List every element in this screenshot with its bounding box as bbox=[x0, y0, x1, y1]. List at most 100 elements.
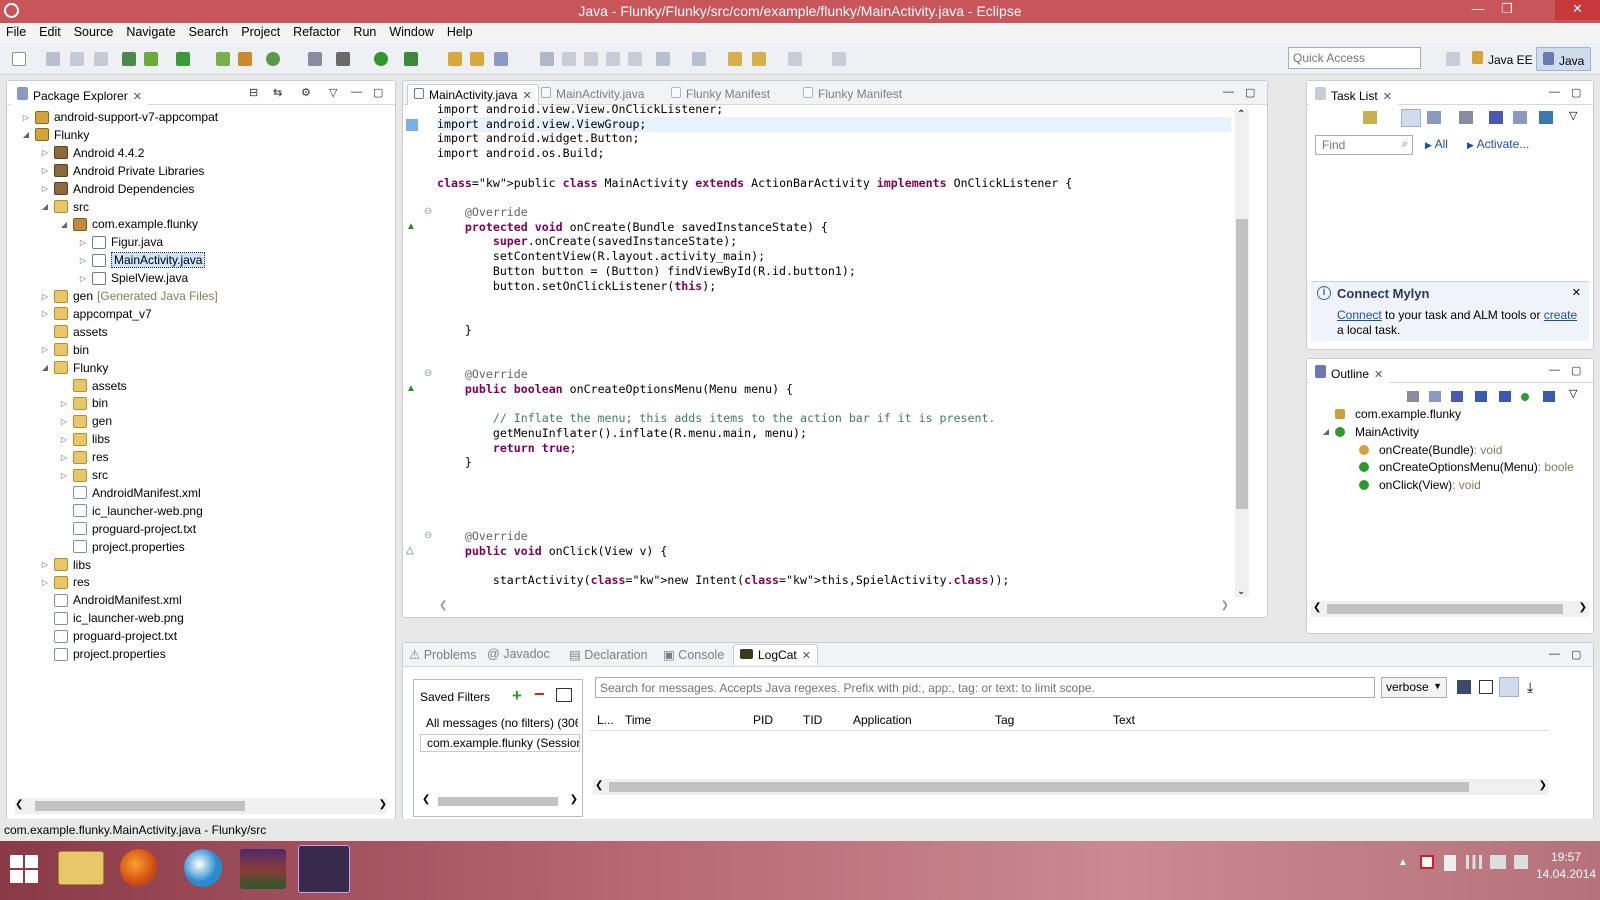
tree-item[interactable]: project.properties bbox=[59, 538, 185, 556]
col-time[interactable]: Time bbox=[625, 713, 651, 727]
tab-package-explorer[interactable]: Package Explorer ✕ bbox=[11, 84, 148, 105]
build-icon[interactable] bbox=[238, 52, 252, 66]
code-line[interactable]: startActivity(class="kw">new Intent(clas… bbox=[437, 573, 1010, 588]
tab-problems[interactable]: ⚠ Problems bbox=[409, 647, 477, 662]
scroll-left-icon[interactable]: ❮ bbox=[422, 794, 430, 805]
network-icon[interactable] bbox=[1466, 855, 1482, 869]
tree-item[interactable]: ▷ appcompat_v7 bbox=[40, 305, 152, 323]
code-line[interactable]: import android.view.ViewGroup; bbox=[437, 116, 1231, 132]
expanded-icon[interactable]: ◢ bbox=[21, 130, 31, 139]
maximize-view-button[interactable]: ▢ bbox=[1571, 648, 1581, 661]
col-application[interactable]: Application bbox=[853, 713, 912, 727]
outline-item[interactable]: com.example.flunky bbox=[1321, 405, 1461, 423]
close-icon[interactable]: ✕ bbox=[133, 91, 142, 103]
clock[interactable]: 19:57 14.04.2014 bbox=[1536, 849, 1596, 883]
eclipse-taskbar-icon[interactable] bbox=[298, 845, 350, 893]
open-type-icon[interactable] bbox=[448, 52, 462, 66]
collapsed-icon[interactable]: ▷ bbox=[40, 560, 50, 569]
menu-help[interactable]: Help bbox=[441, 23, 480, 43]
fold-icon[interactable]: ⊖ bbox=[424, 206, 432, 217]
tree-item[interactable]: ▷ bin bbox=[59, 394, 108, 412]
expanded-icon[interactable]: ◢ bbox=[59, 220, 69, 229]
fold-icon[interactable]: ⊖ bbox=[424, 530, 432, 541]
code-line[interactable]: } bbox=[437, 323, 472, 338]
tab-task-list[interactable]: Task List ✕ bbox=[1309, 84, 1398, 105]
focus-icon[interactable] bbox=[1407, 391, 1419, 402]
tree-item[interactable]: ▷ res bbox=[40, 573, 90, 591]
outline-hscrollbar[interactable]: ❮ ❯ bbox=[1311, 601, 1589, 617]
scroll-right-icon[interactable]: ❯ bbox=[1539, 780, 1547, 791]
create-link[interactable]: create bbox=[1544, 308, 1577, 322]
lint-icon[interactable] bbox=[176, 52, 190, 66]
outline-item[interactable]: onCreate(Bundle) : void bbox=[1345, 441, 1502, 459]
next-annotation-icon[interactable] bbox=[656, 52, 670, 66]
tree-item[interactable]: ▷ Android Dependencies bbox=[40, 180, 195, 198]
tree-item[interactable]: ▷ Figur.java bbox=[78, 233, 163, 251]
scroll-up-icon[interactable]: ⌃ bbox=[1237, 109, 1245, 120]
tab-logcat[interactable]: LogCat ✕ bbox=[733, 644, 818, 665]
editor-hscrollbar[interactable]: ❮ ❯ bbox=[439, 600, 1229, 613]
action-center-icon[interactable] bbox=[1420, 855, 1434, 869]
open-task-icon[interactable] bbox=[470, 52, 484, 66]
collapsed-icon[interactable]: ▷ bbox=[21, 113, 31, 122]
minimize-view-button[interactable]: — bbox=[1223, 86, 1234, 98]
activate-link[interactable]: ▶ Activate... bbox=[1467, 137, 1529, 151]
implement-marker-icon[interactable]: △ bbox=[406, 545, 414, 556]
tree-item[interactable]: ▷ res bbox=[59, 448, 109, 466]
prev-annotation-icon[interactable] bbox=[692, 52, 706, 66]
code-line[interactable]: public void onClick(View v) { bbox=[437, 544, 667, 559]
tree-item[interactable]: ▷ Android 4.4.2 bbox=[40, 144, 144, 162]
maximize-view-button[interactable]: ▢ bbox=[1571, 364, 1581, 377]
tree-item[interactable]: proguard-project.txt bbox=[40, 627, 177, 645]
quick-access-input[interactable] bbox=[1288, 47, 1421, 69]
expanded-icon[interactable]: ◢ bbox=[1321, 427, 1331, 436]
open-perspective-icon[interactable] bbox=[1446, 52, 1460, 66]
scroll-thumb[interactable] bbox=[1327, 604, 1563, 614]
scroll-thumb[interactable] bbox=[35, 801, 245, 811]
run-icon[interactable] bbox=[374, 52, 388, 66]
whitespace-icon[interactable] bbox=[628, 52, 642, 66]
code-line[interactable]: protected void onCreate(Bundle savedInst… bbox=[437, 220, 828, 235]
menu-source[interactable]: Source bbox=[68, 23, 121, 43]
tree-item[interactable]: ▷ libs bbox=[40, 556, 91, 574]
collapsed-icon[interactable]: ▷ bbox=[78, 274, 88, 283]
categorized-icon[interactable] bbox=[1401, 109, 1421, 127]
tree-item[interactable]: ▷ src bbox=[59, 466, 108, 484]
tree-item[interactable]: ▷ libs bbox=[59, 430, 110, 448]
annotation-icon[interactable] bbox=[540, 52, 554, 66]
windows-start-icon[interactable] bbox=[10, 855, 38, 883]
close-icon[interactable]: ✕ bbox=[1572, 286, 1581, 299]
new-icon[interactable] bbox=[12, 52, 26, 66]
collapsed-icon[interactable]: ▷ bbox=[40, 184, 50, 193]
collapsed-icon[interactable]: ▷ bbox=[40, 148, 50, 157]
edit-filter-icon[interactable] bbox=[556, 688, 572, 702]
logcat-search-input[interactable] bbox=[595, 677, 1375, 698]
refresh-icon[interactable] bbox=[266, 52, 280, 66]
editor-vscrollbar[interactable]: ⌃ ⌄ bbox=[1235, 109, 1249, 597]
scroll-lock-icon[interactable]: ⤓ bbox=[1527, 679, 1533, 696]
thunderbird-icon[interactable] bbox=[184, 849, 222, 887]
code-line[interactable]: // Inflate the menu; this adds items to … bbox=[437, 411, 996, 426]
add-filter-icon[interactable]: + bbox=[512, 686, 522, 706]
tree-item[interactable]: assets bbox=[40, 323, 108, 341]
forward-icon[interactable] bbox=[788, 52, 802, 66]
pin-icon[interactable] bbox=[832, 52, 846, 66]
menu-edit[interactable]: Edit bbox=[33, 23, 68, 43]
volume-icon[interactable] bbox=[1514, 855, 1528, 869]
tree-item[interactable]: ▷ android-support-v7-appcompat bbox=[21, 108, 218, 126]
scroll-thumb[interactable] bbox=[1236, 219, 1248, 509]
code-line[interactable]: import android.widget.Button; bbox=[437, 131, 639, 146]
tab-outline[interactable]: Outline ✕ bbox=[1309, 362, 1390, 383]
collapsed-icon[interactable]: ▷ bbox=[40, 292, 50, 301]
skip-breakpoints-icon[interactable] bbox=[308, 52, 322, 66]
clear-log-icon[interactable] bbox=[1479, 680, 1493, 694]
winrar-icon[interactable] bbox=[240, 849, 286, 889]
tree-item[interactable]: ▷ MainActivity.java bbox=[78, 251, 206, 269]
col-text[interactable]: Text bbox=[1113, 713, 1135, 727]
view-menu-icon[interactable]: ⚙ bbox=[301, 86, 311, 99]
code-line[interactable]: Button button = (Button) findViewById(R.… bbox=[437, 264, 856, 279]
fold-icon[interactable]: ⊖ bbox=[424, 368, 432, 379]
scroll-left-icon[interactable]: ❮ bbox=[1313, 602, 1321, 613]
toggle-mark-icon[interactable] bbox=[584, 52, 598, 66]
outline-item[interactable]: onCreateOptionsMenu(Menu) : boole bbox=[1345, 458, 1574, 476]
